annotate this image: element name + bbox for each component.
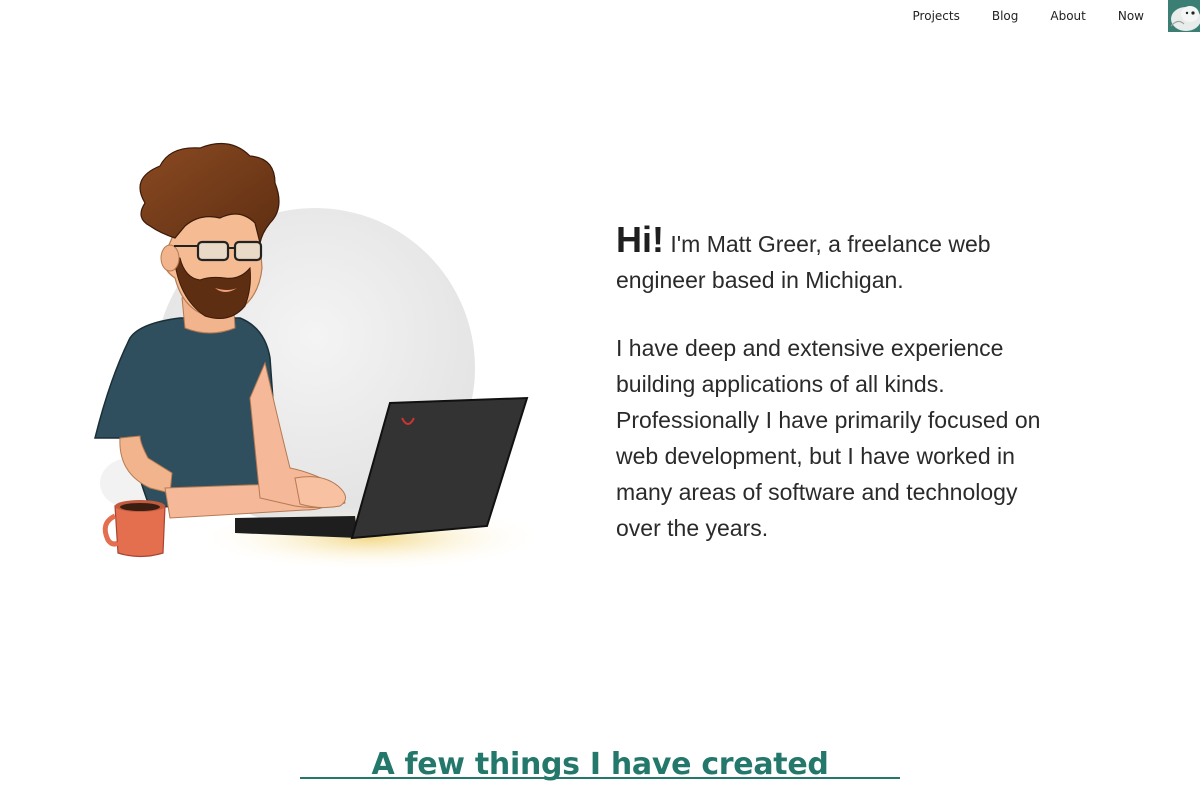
top-nav: Projects Blog About Now — [913, 0, 1200, 32]
intro-paragraph: Hi! I'm Matt Greer, a freelance web engi… — [616, 222, 1046, 298]
section-divider — [300, 777, 900, 779]
greeting-heading: Hi! — [616, 219, 664, 260]
avatar[interactable] — [1168, 0, 1200, 32]
nav-projects-link[interactable]: Projects — [913, 0, 960, 32]
hero-intro: Hi! I'm Matt Greer, a freelance web engi… — [616, 222, 1046, 578]
developer-illustration — [94, 142, 540, 570]
nav-about-link[interactable]: About — [1050, 0, 1085, 32]
intro-text: I'm Matt Greer, a freelance web engineer… — [616, 231, 991, 293]
avatar-owl-icon — [1168, 0, 1200, 32]
experience-paragraph: I have deep and extensive experience bui… — [616, 335, 1041, 541]
page: Projects Blog About Now Hi! I'm Matt Gre… — [0, 0, 1200, 800]
nav-now-link[interactable]: Now — [1118, 0, 1144, 32]
nav-blog-link[interactable]: Blog — [992, 0, 1019, 32]
